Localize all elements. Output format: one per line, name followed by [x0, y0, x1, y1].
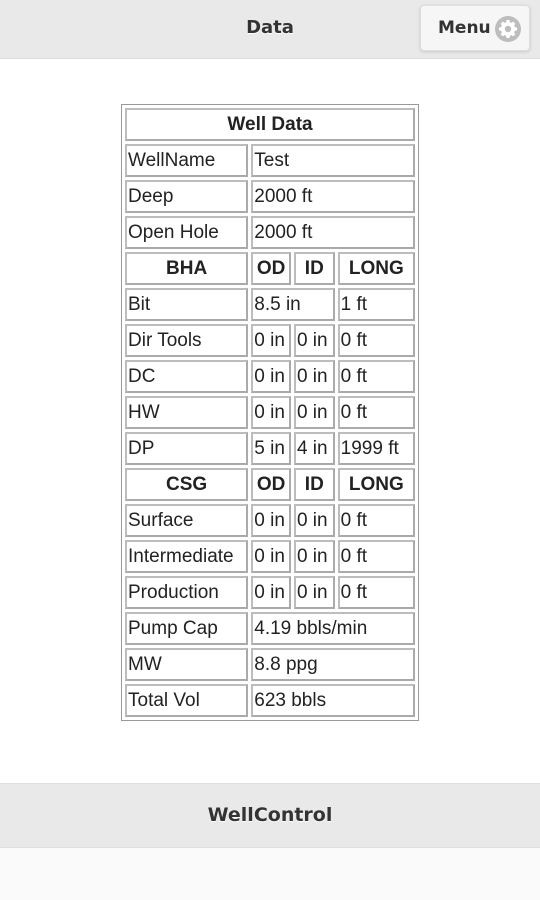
table-row: Dir Tools 0 in 0 in 0 ft [125, 324, 415, 357]
surface-id: 0 in [293, 504, 335, 537]
intermediate-id: 0 in [293, 540, 335, 573]
bit-long: 1 ft [337, 288, 415, 321]
wellcontrol-button[interactable]: WellControl [0, 783, 540, 848]
hw-id: 0 in [293, 396, 335, 429]
bha-long-header: LONG [337, 252, 415, 285]
table-title-row: Well Data [125, 108, 415, 141]
table-row: Deep 2000 ft [125, 180, 415, 213]
pump-cap-label: Pump Cap [125, 612, 249, 645]
mw-value: 8.8 ppg [251, 648, 415, 681]
gear-icon [495, 16, 521, 42]
dp-long: 1999 ft [337, 432, 415, 465]
table-row: Bit 8.5 in 1 ft [125, 288, 415, 321]
content-area: Well Data WellName Test Deep 2000 ft Ope… [0, 59, 540, 783]
csg-od-header: OD [251, 468, 291, 501]
header-bar: Data Menu [0, 0, 540, 59]
table-row: Pump Cap 4.19 bbls/min [125, 612, 415, 645]
dir-tools-od: 0 in [251, 324, 291, 357]
dp-label: DP [125, 432, 249, 465]
production-od: 0 in [251, 576, 291, 609]
intermediate-label: Intermediate [125, 540, 249, 573]
hw-long: 0 ft [337, 396, 415, 429]
bha-od-header: OD [251, 252, 291, 285]
table-row: MW 8.8 ppg [125, 648, 415, 681]
intermediate-od: 0 in [251, 540, 291, 573]
total-vol-value: 623 bbls [251, 684, 415, 717]
deep-value: 2000 ft [251, 180, 415, 213]
table-row: DC 0 in 0 in 0 ft [125, 360, 415, 393]
csg-header-row: CSG OD ID LONG [125, 468, 415, 501]
bha-id-header: ID [293, 252, 335, 285]
production-long: 0 ft [337, 576, 415, 609]
hw-label: HW [125, 396, 249, 429]
wellname-label: WellName [125, 144, 249, 177]
dc-label: DC [125, 360, 249, 393]
dp-od: 5 in [251, 432, 291, 465]
well-data-table: Well Data WellName Test Deep 2000 ft Ope… [121, 104, 419, 721]
table-row: Surface 0 in 0 in 0 ft [125, 504, 415, 537]
csg-header: CSG [125, 468, 249, 501]
total-vol-label: Total Vol [125, 684, 249, 717]
bit-label: Bit [125, 288, 249, 321]
intermediate-long: 0 ft [337, 540, 415, 573]
bottom-area [0, 848, 540, 900]
dir-tools-long: 0 ft [337, 324, 415, 357]
dir-tools-id: 0 in [293, 324, 335, 357]
table-row: Open Hole 2000 ft [125, 216, 415, 249]
menu-button[interactable]: Menu [420, 5, 530, 51]
table-row: DP 5 in 4 in 1999 ft [125, 432, 415, 465]
table-title: Well Data [125, 108, 415, 141]
surface-label: Surface [125, 504, 249, 537]
csg-long-header: LONG [337, 468, 415, 501]
production-id: 0 in [293, 576, 335, 609]
deep-label: Deep [125, 180, 249, 213]
csg-id-header: ID [293, 468, 335, 501]
table-row: Intermediate 0 in 0 in 0 ft [125, 540, 415, 573]
surface-long: 0 ft [337, 504, 415, 537]
dp-id: 4 in [293, 432, 335, 465]
bha-header: BHA [125, 252, 249, 285]
dc-long: 0 ft [337, 360, 415, 393]
dir-tools-label: Dir Tools [125, 324, 249, 357]
dc-od: 0 in [251, 360, 291, 393]
wellname-value: Test [251, 144, 415, 177]
open-hole-label: Open Hole [125, 216, 249, 249]
table-row: HW 0 in 0 in 0 ft [125, 396, 415, 429]
surface-od: 0 in [251, 504, 291, 537]
open-hole-value: 2000 ft [251, 216, 415, 249]
pump-cap-value: 4.19 bbls/min [251, 612, 415, 645]
mw-label: MW [125, 648, 249, 681]
table-row: Production 0 in 0 in 0 ft [125, 576, 415, 609]
bit-size: 8.5 in [251, 288, 335, 321]
hw-od: 0 in [251, 396, 291, 429]
table-row: WellName Test [125, 144, 415, 177]
table-row: Total Vol 623 bbls [125, 684, 415, 717]
production-label: Production [125, 576, 249, 609]
menu-label: Menu [438, 18, 491, 38]
dc-id: 0 in [293, 360, 335, 393]
bha-header-row: BHA OD ID LONG [125, 252, 415, 285]
